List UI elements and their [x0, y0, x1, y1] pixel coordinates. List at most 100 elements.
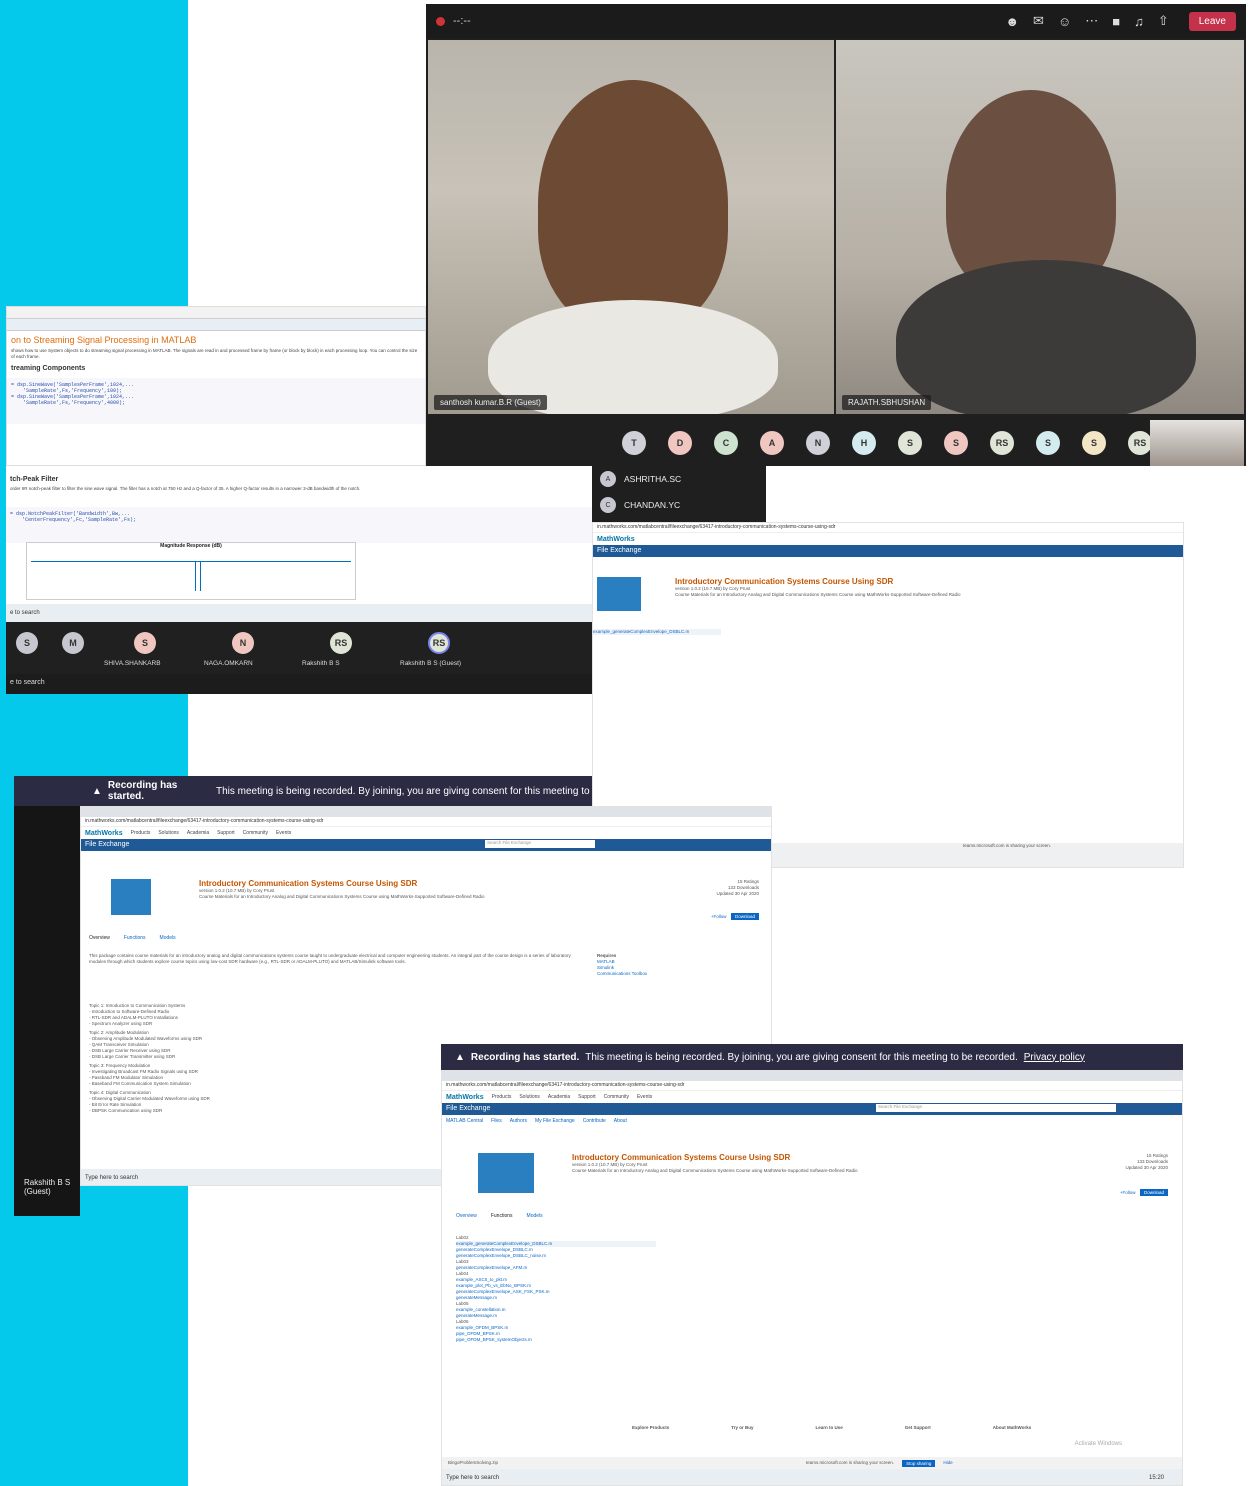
- nav-community[interactable]: Community: [243, 830, 268, 836]
- avatar[interactable]: N: [232, 632, 254, 654]
- tab-overview[interactable]: Overview: [456, 1213, 477, 1219]
- mathworks-logo[interactable]: MathWorks: [85, 830, 123, 837]
- avatar[interactable]: N: [806, 431, 830, 455]
- search-input[interactable]: Search File Exchange: [485, 840, 595, 848]
- code-block[interactable]: = dsp.NotchPeakFilter('Bandwidth',Bw,...…: [6, 507, 592, 543]
- download-button[interactable]: Download: [1139, 1189, 1168, 1196]
- tab-functions[interactable]: Functions: [491, 1213, 513, 1219]
- avatar[interactable]: D: [668, 431, 692, 455]
- share-icon[interactable]: ⇧: [1158, 13, 1169, 29]
- section-text: order IIR notch-peak filter to filter th…: [10, 486, 361, 491]
- tab-models[interactable]: Models: [527, 1213, 543, 1219]
- avatar[interactable]: RS: [428, 632, 450, 654]
- nav-products[interactable]: Products: [492, 1094, 512, 1100]
- leave-button[interactable]: Leave: [1188, 11, 1236, 31]
- taskbar-search[interactable]: e to search: [10, 610, 40, 616]
- avatar[interactable]: RS: [1128, 431, 1152, 455]
- more-icon[interactable]: ⋯: [1085, 13, 1098, 29]
- privacy-link[interactable]: Privacy policy: [1024, 1052, 1085, 1063]
- download-button[interactable]: Download: [730, 913, 759, 920]
- avatar[interactable]: S: [1082, 431, 1106, 455]
- stop-sharing-button[interactable]: Stop sharing: [902, 1459, 936, 1467]
- reactions-icon[interactable]: ☺: [1058, 14, 1071, 29]
- nav-academia[interactable]: Academia: [548, 1094, 570, 1100]
- subnav-item[interactable]: Contribute: [583, 1118, 606, 1124]
- section-title: File Exchange: [85, 841, 130, 848]
- mathworks-logo[interactable]: MathWorks: [446, 1094, 484, 1101]
- list-item[interactable]: C CHANDAN.YC: [592, 492, 766, 518]
- footer: Explore Products Try or Buy Learn to Use…: [632, 1425, 1031, 1431]
- tab-overview[interactable]: Overview: [89, 935, 110, 941]
- nav-community[interactable]: Community: [604, 1094, 629, 1100]
- avatar[interactable]: S: [16, 632, 38, 654]
- taskbar-search[interactable]: Type here to search: [446, 1475, 499, 1481]
- function-link[interactable]: example_generateComplexEnvelope_DSBLC.m: [593, 629, 721, 635]
- avatar[interactable]: S: [898, 431, 922, 455]
- subnav-item[interactable]: My File Exchange: [535, 1118, 575, 1124]
- nav-solutions[interactable]: Solutions: [158, 830, 179, 836]
- overview-text: This package contains course materials f…: [89, 953, 571, 964]
- matlab-live-script-lower: tch-Peak Filter order IIR notch-peak fil…: [6, 466, 592, 622]
- subnav-item[interactable]: Files: [491, 1118, 502, 1124]
- participant-list: A ASHRITHA.SC C CHANDAN.YC: [592, 466, 766, 522]
- follow-button[interactable]: +Follow: [1120, 1190, 1136, 1195]
- avatar: A: [600, 471, 616, 487]
- nav-academia[interactable]: Academia: [187, 830, 209, 836]
- camera-icon[interactable]: ■: [1112, 14, 1120, 29]
- footer-heading: Learn to Use: [815, 1425, 843, 1430]
- search-input[interactable]: Search File Exchange: [876, 1104, 1116, 1112]
- syllabus-line: - Spectrum Analyzer using SDR: [89, 1021, 153, 1026]
- subnav-item[interactable]: Authors: [510, 1118, 527, 1124]
- avatar[interactable]: S: [1036, 431, 1060, 455]
- sharing-message: teams.microsoft.com is sharing your scre…: [806, 1460, 895, 1465]
- avatar[interactable]: C: [714, 431, 738, 455]
- mathworks-logo[interactable]: MathWorks: [597, 536, 635, 543]
- subnav-item[interactable]: MATLAB Central: [446, 1118, 483, 1124]
- download-bar: BingoProblemSolving.zip teams.microsoft.…: [442, 1457, 1182, 1469]
- taskbar-search[interactable]: Type here to search: [85, 1175, 138, 1181]
- avatar[interactable]: M: [62, 632, 84, 654]
- participants-icon[interactable]: ☻: [1005, 14, 1019, 29]
- participant-name: Rakshith B S (Guest): [400, 660, 462, 667]
- code-block[interactable]: = dsp.SineWave('SamplesPerFrame',1024,..…: [7, 378, 425, 424]
- file-exchange-bar: File Exchange: [593, 545, 1183, 557]
- address-bar[interactable]: in.mathworks.com/matlabcentral/fileexcha…: [442, 1081, 1182, 1091]
- mic-icon[interactable]: ♫: [1134, 14, 1144, 29]
- address-bar[interactable]: in.mathworks.com/matlabcentral/fileexcha…: [81, 817, 771, 827]
- participant-name: SHIVA.SHANKARB: [104, 660, 161, 667]
- hide-button[interactable]: Hide: [943, 1460, 952, 1466]
- recording-banner: ▲ Recording has started. This meeting is…: [441, 1044, 1183, 1070]
- address-bar[interactable]: in.mathworks.com/matlabcentral/fileexcha…: [593, 523, 1183, 533]
- nav-products[interactable]: Products: [131, 830, 151, 836]
- function-link[interactable]: pipe_OFDM_BPSK_systemObjects.m: [456, 1337, 656, 1343]
- nav-support[interactable]: Support: [578, 1094, 596, 1100]
- subnav-item[interactable]: About: [614, 1118, 627, 1124]
- taskbar: e to search: [6, 674, 592, 694]
- requires-item[interactable]: Communications Toolbox: [597, 971, 647, 977]
- browser-tabs: [81, 807, 771, 817]
- download-file[interactable]: BingoProblemSolving.zip: [448, 1460, 498, 1466]
- avatar[interactable]: A: [760, 431, 784, 455]
- avatar[interactable]: T: [622, 431, 646, 455]
- recording-title: Recording has started.: [470, 1051, 580, 1063]
- avatar[interactable]: S: [944, 431, 968, 455]
- follow-button[interactable]: +Follow: [711, 914, 727, 919]
- nav-solutions[interactable]: Solutions: [519, 1094, 540, 1100]
- list-item[interactable]: A ASHRITHA.SC: [592, 466, 766, 492]
- taskbar-search[interactable]: e to search: [10, 679, 45, 686]
- nav-support[interactable]: Support: [217, 830, 235, 836]
- tab-functions[interactable]: Functions: [124, 935, 146, 941]
- avatar[interactable]: RS: [330, 632, 352, 654]
- nav-events[interactable]: Events: [276, 830, 291, 836]
- recording-banner: ▲ Recording has started. This meeting is…: [14, 776, 592, 806]
- package-summary: Course Materials for an Introductory Ana…: [675, 592, 961, 597]
- nav-events[interactable]: Events: [637, 1094, 652, 1100]
- avatar[interactable]: RS: [990, 431, 1014, 455]
- avatar[interactable]: S: [134, 632, 156, 654]
- matlab-live-script: on to Streaming Signal Processing in MAT…: [6, 306, 426, 466]
- tab-models[interactable]: Models: [160, 935, 176, 941]
- avatar[interactable]: H: [852, 431, 876, 455]
- section-heading: treaming Components: [11, 365, 86, 372]
- chat-icon[interactable]: ✉: [1033, 13, 1044, 29]
- updated: Updated 30 Apr 2020: [1125, 1165, 1168, 1170]
